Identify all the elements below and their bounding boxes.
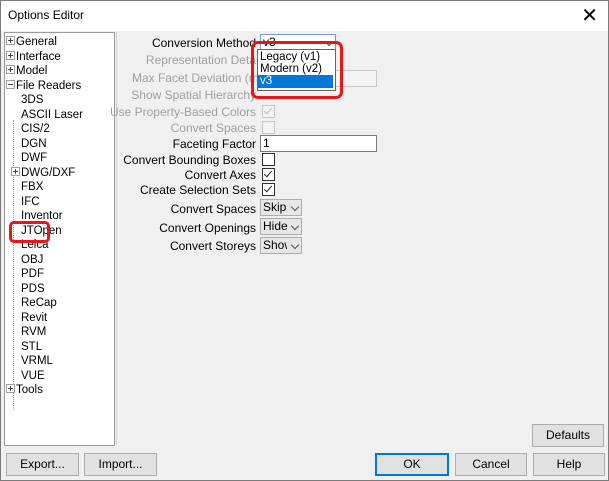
cancel-button[interactable]: Cancel bbox=[455, 453, 527, 476]
tree-item-cis-2[interactable]: CIS/2 bbox=[21, 122, 50, 136]
convert-storeys-select[interactable]: Show bbox=[260, 237, 302, 254]
create-selection-sets-label: Create Selection Sets bbox=[139, 183, 256, 197]
collapse-icon[interactable] bbox=[6, 79, 15, 89]
expand-icon[interactable] bbox=[6, 384, 15, 394]
expand-icon[interactable] bbox=[6, 65, 15, 75]
title-bar: Options Editor ✕ bbox=[1, 1, 608, 31]
options-tree[interactable]: General Interface Model File Readers 3DS ASCI… bbox=[4, 32, 115, 446]
tree-item-vue[interactable]: VUE bbox=[21, 369, 45, 383]
tree-item-interface[interactable]: Interface bbox=[6, 50, 61, 64]
tree-item-label: PDS bbox=[21, 282, 45, 295]
convert-bounding-boxes-checkbox[interactable] bbox=[262, 153, 275, 166]
convert-spaces-label: Convert Spaces bbox=[170, 202, 256, 216]
tree-item-label: Tools bbox=[16, 384, 43, 396]
expand-icon[interactable] bbox=[11, 166, 20, 176]
tree-item-recap[interactable]: ReCap bbox=[21, 296, 57, 310]
tree-item-label: ReCap bbox=[21, 297, 57, 309]
ok-button[interactable]: OK bbox=[375, 453, 449, 476]
use-property-colors-label: Use Property-Based Colors bbox=[109, 105, 256, 119]
use-property-colors-checkbox bbox=[262, 105, 275, 118]
convert-spaces-checkbox-label: Convert Spaces bbox=[170, 121, 256, 135]
tree-item-label: Revit bbox=[21, 311, 48, 324]
tree-item-label: VRML bbox=[21, 355, 53, 367]
export-button[interactable]: Export... bbox=[6, 453, 79, 476]
max-facet-deviation-label: Max Facet Deviation (m bbox=[132, 71, 259, 85]
tree-item-label: STL bbox=[21, 340, 43, 353]
close-icon[interactable]: ✕ bbox=[581, 4, 598, 26]
faceting-factor-input[interactable]: 1 bbox=[260, 135, 377, 152]
help-button[interactable]: Help bbox=[533, 453, 605, 476]
tree-item-general[interactable]: General bbox=[6, 35, 57, 49]
chevron-down-icon bbox=[290, 202, 300, 212]
tree-item-dgn[interactable]: DGN bbox=[21, 137, 47, 151]
tree-item-pds[interactable]: PDS bbox=[21, 282, 45, 296]
convert-axes-label: Convert Axes bbox=[184, 168, 256, 182]
tree-item-rvm[interactable]: RVM bbox=[21, 325, 46, 339]
ifc-settings-panel: Conversion Method v3 Representation Deta… bbox=[110, 32, 607, 447]
conversion-method-label: Conversion Method bbox=[151, 36, 256, 50]
tree-item-stl[interactable]: STL bbox=[21, 340, 42, 354]
convert-openings-value: Hide bbox=[263, 219, 288, 233]
tree-item-label: RVM bbox=[21, 326, 47, 338]
expand-icon[interactable] bbox=[6, 36, 15, 46]
tree-item-label: ASCII Laser bbox=[21, 108, 83, 121]
tree-item-vrml[interactable]: VRML bbox=[21, 354, 53, 368]
convert-spaces-select[interactable]: Skip bbox=[260, 199, 302, 216]
tree-item-label: IFC bbox=[21, 195, 40, 208]
tree-item-label: Interface bbox=[16, 50, 61, 63]
chevron-down-icon bbox=[290, 221, 300, 231]
tree-item-file-readers[interactable]: File Readers bbox=[6, 79, 81, 93]
tree-item-3ds[interactable]: 3DS bbox=[21, 93, 43, 107]
create-selection-sets-checkbox[interactable] bbox=[262, 183, 275, 196]
tree-item-label: VUE bbox=[21, 369, 45, 382]
tree-item-dwf[interactable]: DWF bbox=[21, 151, 47, 165]
tree-item-label: PDF bbox=[21, 268, 44, 280]
convert-openings-label: Convert Openings bbox=[159, 221, 256, 235]
options-editor-window: Options Editor ✕ General Interface Model Fi… bbox=[0, 0, 609, 481]
show-spatial-hierarchy-label: Show Spatial Hierarchy bbox=[131, 88, 256, 102]
tree-item-label: DWF bbox=[21, 152, 48, 164]
tree-connector-line bbox=[13, 120, 14, 410]
tree-item-label: OBJ bbox=[21, 253, 44, 266]
tree-item-label: 3DS bbox=[21, 94, 44, 106]
convert-storeys-value: Show bbox=[263, 238, 287, 252]
convert-storeys-label: Convert Storeys bbox=[169, 239, 256, 253]
tree-item-revit[interactable]: Revit bbox=[21, 311, 47, 325]
convert-spaces-checkbox bbox=[262, 121, 275, 134]
convert-spaces-value: Skip bbox=[263, 200, 287, 214]
import-button[interactable]: Import... bbox=[84, 453, 157, 476]
tree-item-obj[interactable]: OBJ bbox=[21, 253, 43, 267]
tree-item-ifc[interactable]: IFC bbox=[21, 195, 40, 209]
window-title: Options Editor bbox=[8, 8, 85, 22]
chevron-down-icon bbox=[290, 240, 300, 250]
tree-item-model[interactable]: Model bbox=[6, 64, 47, 78]
dropdown-highlight-annotation bbox=[251, 41, 343, 99]
tree-item-label: Model bbox=[16, 65, 48, 77]
convert-bounding-boxes-label: Convert Bounding Boxes bbox=[123, 153, 256, 167]
tree-item-label: DGN bbox=[21, 137, 47, 150]
convert-axes-checkbox[interactable] bbox=[262, 168, 275, 181]
faceting-factor-label: Faceting Factor bbox=[172, 137, 256, 151]
tree-item-label: DWG/DXF bbox=[21, 166, 76, 179]
expand-icon[interactable] bbox=[6, 50, 15, 60]
tree-item-pdf[interactable]: PDF bbox=[21, 267, 44, 281]
tree-item-fbx[interactable]: FBX bbox=[21, 180, 43, 194]
convert-openings-select[interactable]: Hide bbox=[260, 218, 302, 235]
representation-detail-label: Representation Deta bbox=[145, 53, 256, 67]
tree-item-label: General bbox=[16, 36, 57, 48]
tree-item-ascii-laser[interactable]: ASCII Laser bbox=[21, 108, 83, 122]
tree-item-tools[interactable]: Tools bbox=[6, 383, 43, 397]
tree-item-dwg-dxf[interactable]: DWG/DXF bbox=[11, 166, 75, 180]
defaults-button[interactable]: Defaults bbox=[532, 424, 604, 447]
tree-item-label: File Readers bbox=[16, 79, 82, 92]
ifc-highlight-annotation bbox=[9, 221, 50, 243]
tree-item-label: CIS/2 bbox=[21, 123, 50, 135]
tree-item-label: FBX bbox=[21, 181, 44, 193]
